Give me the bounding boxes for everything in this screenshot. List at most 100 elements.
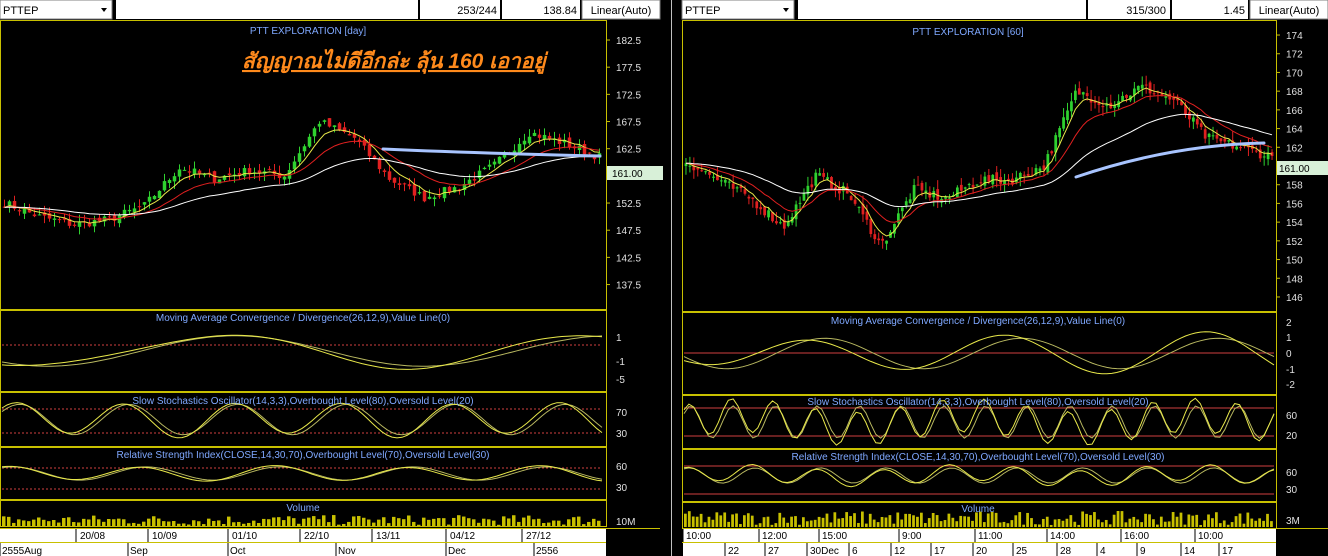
left-chart-title: PTT EXPLORATION [day] — [250, 26, 367, 37]
time-label: 15:00 — [822, 531, 847, 542]
price-tick-label: 177.5 — [616, 63, 641, 74]
candle-body — [1077, 88, 1081, 95]
candle-body — [377, 158, 382, 170]
candle-body — [763, 206, 767, 216]
volume-bar — [1018, 512, 1022, 527]
month-label: 2556 — [536, 546, 559, 556]
left-scale-mode: Linear(Auto) — [591, 5, 652, 17]
rsi-tick-label: 30 — [616, 483, 628, 494]
volume-bar — [442, 518, 446, 527]
price-tick-label: 172 — [1286, 50, 1303, 61]
volume-bar — [821, 517, 825, 527]
volume-bar — [552, 520, 556, 527]
candle-body — [197, 170, 202, 174]
candle-body — [900, 207, 904, 212]
candle-body — [387, 171, 392, 180]
price-tick-label: 168 — [1286, 87, 1303, 98]
volume-bar — [758, 523, 762, 527]
volume-bar — [998, 522, 1002, 527]
candle-body — [857, 206, 861, 208]
candle-body — [22, 208, 27, 214]
candle-body — [948, 197, 951, 199]
candle-body — [547, 135, 552, 139]
volume-bar — [7, 516, 11, 527]
candle-body — [227, 173, 232, 176]
volume-bar — [1167, 521, 1171, 527]
candle-body — [1219, 138, 1223, 142]
ema-slow-line — [4, 155, 600, 216]
candle-body — [1058, 128, 1062, 138]
volume-bar — [337, 524, 341, 527]
day-label: 4 — [1100, 546, 1106, 556]
volume-bar — [312, 516, 316, 527]
ema-fast-line — [4, 129, 600, 224]
volume-bar — [1097, 519, 1100, 527]
price-tick-label: 166 — [1286, 106, 1303, 117]
date-label: 13/11 — [376, 531, 401, 542]
volume-bar — [1163, 521, 1167, 527]
volume-bar — [1183, 524, 1187, 527]
candle-body — [587, 152, 592, 154]
volume-bar — [707, 516, 711, 527]
volume-bar — [32, 519, 36, 527]
candle-body — [826, 177, 829, 179]
volume-bar — [916, 516, 919, 527]
trend-line[interactable] — [381, 147, 602, 158]
volume-bar — [849, 516, 852, 527]
volume-bar — [1077, 524, 1081, 527]
right-info-field — [798, 0, 1086, 19]
volume-bar — [577, 516, 581, 527]
volume-bar — [971, 520, 974, 527]
right-stoch-title: Slow Stochastics Oscillator(14,3,3),Over… — [807, 397, 1148, 408]
left-stoch-title: Slow Stochastics Oscillator(14,3,3),Over… — [132, 396, 473, 407]
volume-bar — [782, 517, 786, 527]
candle-body — [912, 185, 916, 201]
candle-body — [402, 183, 407, 185]
candle-body — [873, 234, 877, 240]
rsi-signal-line — [683, 467, 1275, 484]
volume-bar — [967, 516, 970, 527]
volume-bar — [17, 519, 21, 527]
candle-body — [147, 196, 152, 202]
candle-body — [92, 220, 97, 227]
volume-bar — [735, 513, 738, 527]
candle-body — [778, 222, 782, 224]
volume-bar — [1065, 518, 1069, 527]
candle-body — [967, 184, 971, 186]
volume-bar — [845, 512, 849, 527]
volume-bar — [167, 521, 171, 527]
left-count: 253/244 — [457, 5, 497, 17]
candle-body — [814, 172, 818, 186]
volume-bar — [492, 520, 496, 527]
volume-bar — [1242, 523, 1246, 527]
volume-bar — [222, 524, 226, 527]
volume-bar — [532, 519, 536, 527]
candle-body — [322, 120, 327, 122]
candle-body — [447, 186, 452, 193]
day-label: 30Dec — [810, 546, 839, 556]
left-volume-scale: 10M — [616, 517, 635, 528]
left-date-strip-bottom — [0, 543, 606, 556]
volume-bar — [829, 522, 833, 527]
candle-body — [307, 136, 312, 147]
left-panel-frames — [0, 20, 660, 543]
left-macd-title: Moving Average Convergence / Divergence(… — [156, 313, 450, 324]
volume-bar — [727, 521, 731, 527]
candle-body — [412, 184, 417, 196]
candle-body — [177, 169, 182, 177]
volume-bar — [1081, 511, 1085, 527]
price-tick-label: 156 — [1286, 199, 1303, 210]
volume-bar — [754, 524, 758, 527]
volume-bar — [392, 516, 396, 527]
volume-bar — [731, 514, 734, 527]
day-label: 6 — [852, 546, 858, 556]
volume-bar — [833, 512, 837, 527]
volume-bar — [687, 511, 691, 527]
volume-bar — [382, 517, 386, 527]
candle-body — [577, 145, 582, 150]
volume-bar — [387, 523, 391, 527]
candle-body — [1207, 133, 1211, 138]
candle-body — [1195, 118, 1199, 125]
candle-body — [1223, 138, 1227, 142]
ema-slow-line — [685, 113, 1273, 208]
